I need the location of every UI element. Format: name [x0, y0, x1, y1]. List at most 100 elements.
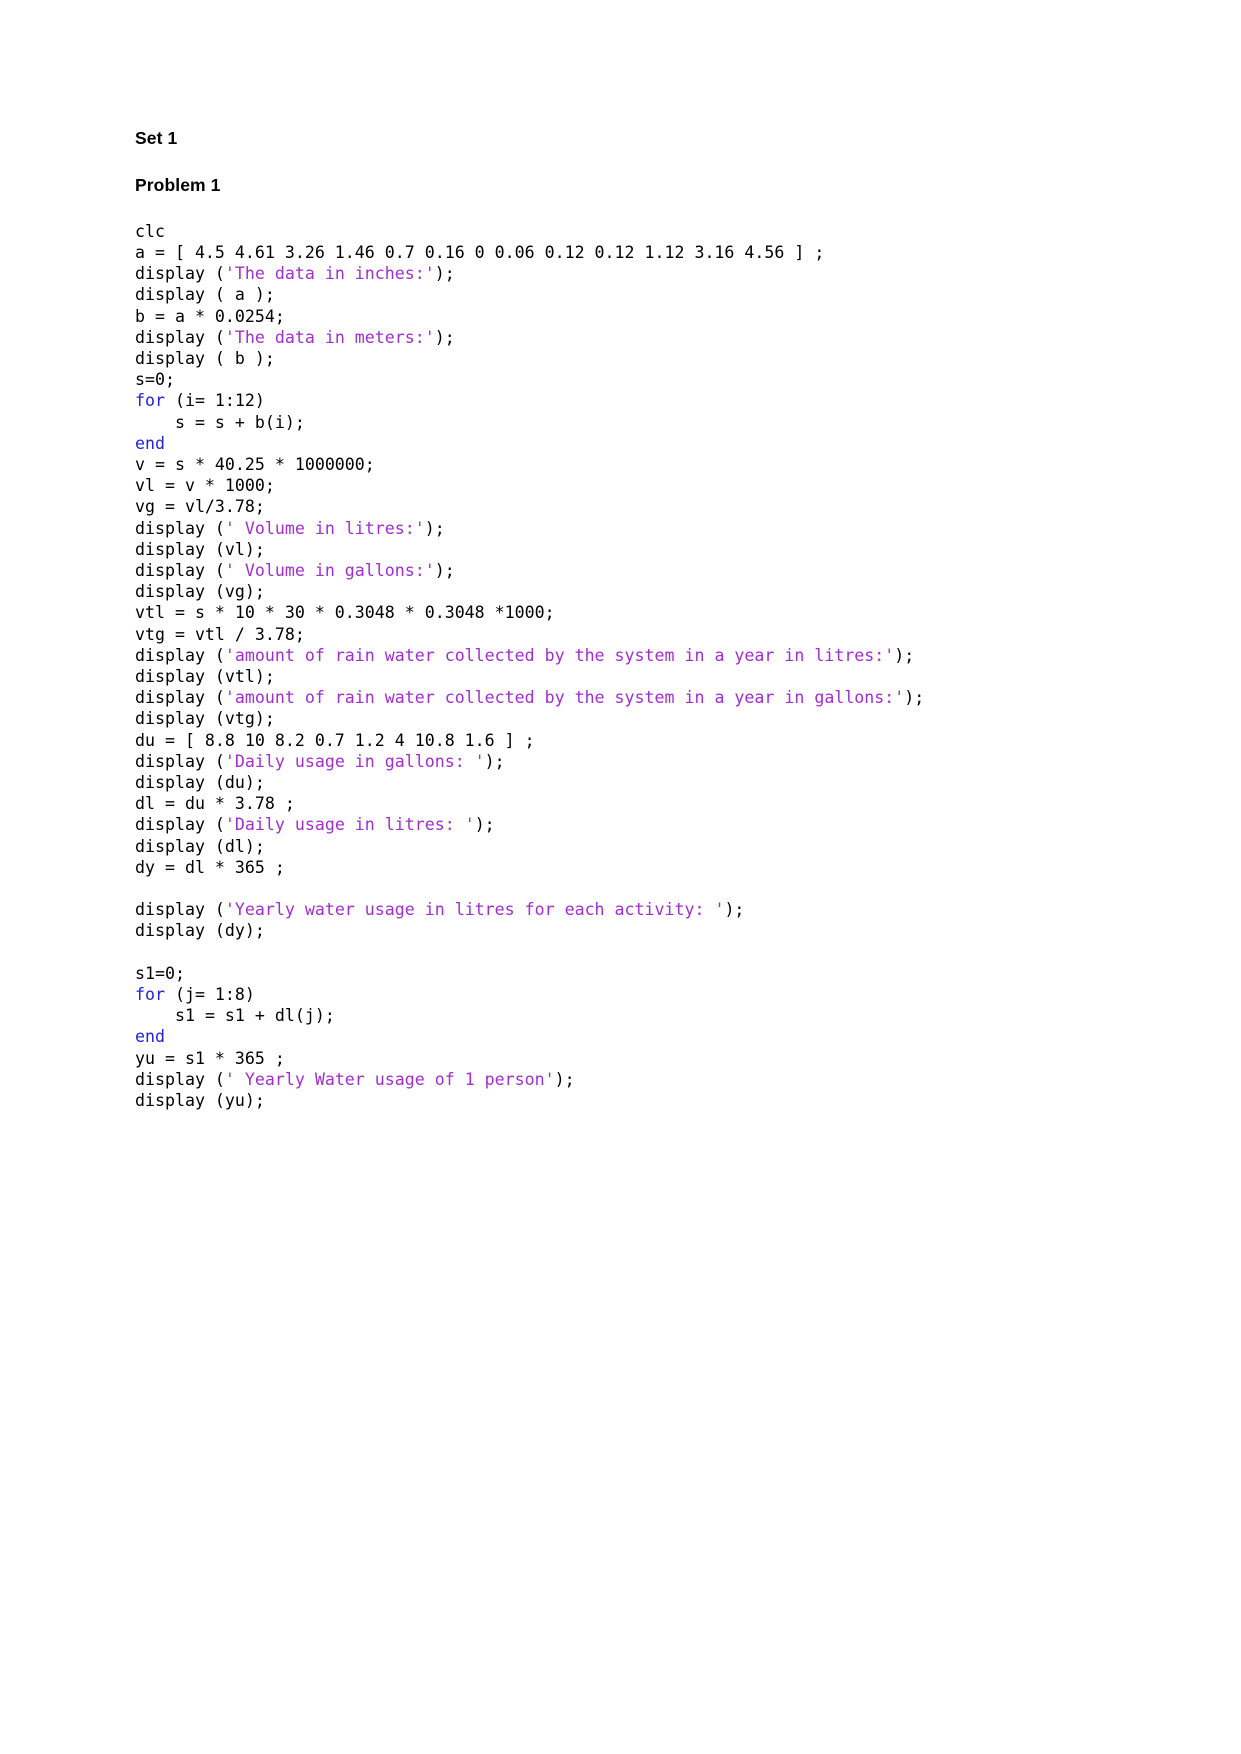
code-text: s1=0; — [135, 963, 185, 983]
code-line: dy = dl * 365 ; — [135, 857, 1110, 878]
code-text: ); — [474, 815, 495, 835]
code-keyword: end — [135, 433, 165, 453]
code-text: ); — [484, 751, 505, 771]
code-text: ); — [904, 688, 925, 708]
code-line: yu = s1 * 365 ; — [135, 1048, 1110, 1069]
code-text: dy = dl * 365 ; — [135, 857, 285, 877]
code-line: vtg = vtl / 3.78; — [135, 624, 1110, 645]
code-line: display ('Daily usage in litres: '); — [135, 814, 1110, 835]
code-text: s = s + b(i); — [135, 412, 305, 432]
code-line: for (j= 1:8) — [135, 984, 1110, 1005]
code-text: vl = v * 1000; — [135, 476, 275, 496]
code-string-literal: ' Volume in gallons:' — [224, 561, 435, 580]
code-line: display ('Daily usage in gallons: '); — [135, 751, 1110, 772]
code-text: dl = du * 3.78 ; — [135, 794, 295, 814]
code-text: display ( b ); — [135, 348, 275, 368]
code-line: display (yu); — [135, 1090, 1110, 1111]
code-text: display ( — [135, 645, 225, 665]
code-string-literal: 'amount of rain water collected by the s… — [224, 645, 895, 665]
code-text: display ( — [135, 688, 225, 708]
document-page: Set 1 Problem 1 clc a = [ 4.5 4.61 3.26 1… — [0, 0, 1241, 1754]
code-text: du = [ 8.8 10 8.2 0.7 1.2 4 10.8 1.6 ] ; — [135, 730, 535, 750]
code-line: display (vtg); — [135, 708, 1110, 729]
code-string-literal: 'The data in inches:' — [224, 264, 435, 284]
code-line: a = [ 4.5 4.61 3.26 1.46 0.7 0.16 0 0.06… — [135, 242, 1110, 263]
code-line: display (vtl); — [135, 666, 1110, 687]
code-string-literal: 'Daily usage in gallons: ' — [224, 751, 485, 771]
code-keyword: for — [135, 391, 165, 411]
code-line: display ('Yearly water usage in litres f… — [135, 899, 1110, 920]
heading-problem: Problem 1 — [135, 174, 221, 195]
code-text: display (vg); — [135, 582, 265, 602]
code-text: display (du); — [135, 773, 265, 793]
code-text: display ( a ); — [135, 285, 275, 305]
code-text: ); — [894, 645, 915, 665]
code-line: s1=0; — [135, 963, 1110, 984]
code-line: du = [ 8.8 10 8.2 0.7 1.2 4 10.8 1.6 ] ; — [135, 730, 1110, 751]
code-text: s1 = s1 + dl(j); — [135, 1006, 335, 1026]
code-line: display ( b ); — [135, 348, 1110, 369]
code-line: display (' Volume in litres:'); — [135, 518, 1110, 539]
code-line: display (' Volume in gallons:'); — [135, 560, 1110, 581]
code-text: vg = vl/3.78; — [135, 497, 265, 517]
code-line: clc — [135, 221, 1110, 242]
heading-set: Set 1 — [135, 128, 178, 148]
code-string-literal: ' Yearly Water usage of 1 person' — [224, 1069, 555, 1089]
code-line: vl = v * 1000; — [135, 475, 1110, 496]
code-line: display ('amount of rain water collected… — [135, 645, 1110, 666]
code-text: vtl = s * 10 * 30 * 0.3048 * 0.3048 *100… — [135, 603, 555, 623]
code-line: end — [135, 433, 1110, 454]
code-line: s = s + b(i); — [135, 412, 1110, 433]
code-line: vg = vl/3.78; — [135, 496, 1110, 517]
code-line: s=0; — [135, 369, 1110, 390]
code-text: display ( — [135, 900, 225, 920]
code-text: display ( — [135, 327, 225, 347]
code-text: display ( — [135, 518, 225, 538]
code-line: display ('The data in meters:'); — [135, 327, 1110, 348]
code-line: b = a * 0.0254; — [135, 306, 1110, 327]
code-text: ); — [434, 327, 455, 347]
code-text: s=0; — [135, 370, 175, 390]
code-text: display ( — [135, 815, 225, 835]
code-text: (i= 1:12) — [164, 391, 265, 411]
code-string-literal: 'Yearly water usage in litres for each a… — [224, 900, 725, 920]
code-text: ); — [424, 518, 445, 538]
code-string-literal: 'Daily usage in litres: ' — [224, 815, 475, 835]
code-text: display ( — [135, 561, 225, 580]
code-block: clc a = [ 4.5 4.61 3.26 1.46 0.7 0.16 0 0… — [135, 221, 1110, 1112]
code-keyword: for — [135, 985, 165, 1005]
code-string-literal: 'The data in meters:' — [224, 327, 435, 347]
code-line: display ('The data in inches:'); — [135, 263, 1110, 284]
code-line: display (vl); — [135, 539, 1110, 560]
code-text: clc — [135, 221, 165, 241]
code-string-literal: 'amount of rain water collected by the s… — [224, 688, 905, 708]
code-line: display ('amount of rain water collected… — [135, 687, 1110, 708]
code-text: ); — [434, 264, 455, 284]
code-line: display (dl); — [135, 836, 1110, 857]
code-line: v = s * 40.25 * 1000000; — [135, 454, 1110, 475]
code-text: display (dl); — [135, 836, 265, 856]
code-line: vtl = s * 10 * 30 * 0.3048 * 0.3048 *100… — [135, 602, 1110, 623]
code-text: v = s * 40.25 * 1000000; — [135, 454, 375, 474]
code-text: ); — [724, 900, 745, 920]
code-line: dl = du * 3.78 ; — [135, 793, 1110, 814]
code-keyword: end — [135, 1027, 165, 1047]
code-text: display (vl); — [135, 539, 265, 559]
code-line: display (vg); — [135, 581, 1110, 602]
code-text: ); — [434, 561, 455, 580]
code-text: b = a * 0.0254; — [135, 306, 285, 326]
code-line: display ( a ); — [135, 284, 1110, 305]
code-text: ); — [554, 1069, 575, 1089]
code-line: display (' Yearly Water usage of 1 perso… — [135, 1069, 1110, 1090]
code-text: vtg = vtl / 3.78; — [135, 624, 305, 644]
code-text: display (vtl); — [135, 667, 275, 687]
code-line: for (i= 1:12) — [135, 390, 1110, 411]
code-line: s1 = s1 + dl(j); — [135, 1005, 1110, 1026]
code-text: display ( — [135, 1069, 225, 1089]
code-text: (j= 1:8) — [164, 985, 255, 1005]
code-line: display (du); — [135, 772, 1110, 793]
code-line: display (dy); — [135, 920, 1110, 941]
code-text: display ( — [135, 264, 225, 284]
code-text: display (vtg); — [135, 709, 275, 729]
